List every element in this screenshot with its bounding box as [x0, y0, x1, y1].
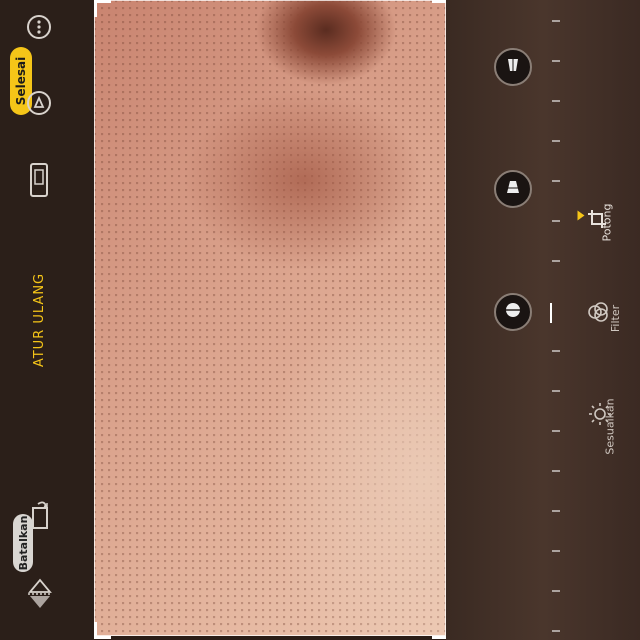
rotation-ruler[interactable]	[548, 0, 564, 640]
ruler-tick	[552, 100, 560, 102]
aspect-ratio-icon[interactable]	[28, 160, 50, 200]
ruler-tick	[552, 140, 560, 142]
ruler-tick	[552, 550, 560, 552]
reset-label: ATUR ULANG	[31, 272, 47, 368]
ruler-tick	[552, 180, 560, 182]
cancel-label: Batalkan	[16, 515, 30, 571]
straighten-button[interactable]	[494, 293, 532, 331]
active-indicator	[577, 210, 585, 221]
tab-potong-label: Potong	[600, 203, 614, 242]
tab-sesuaikan[interactable]: Sesuaikan	[580, 380, 620, 460]
tab-filter[interactable]: Filter	[580, 290, 623, 350]
markup-icon[interactable]	[26, 90, 52, 116]
ruler-center-indicator	[550, 303, 552, 323]
ruler-tick	[552, 260, 560, 262]
perspective-vertical-button[interactable]	[494, 48, 532, 86]
crop-handle-top-left[interactable]	[94, 0, 111, 17]
ruler-tick	[552, 510, 560, 512]
ruler-tick	[552, 390, 560, 392]
flip-icon[interactable]	[26, 576, 54, 612]
ruler-tick	[552, 220, 560, 222]
ruler-tick	[552, 630, 560, 632]
filter-icon	[586, 300, 610, 324]
more-icon[interactable]	[26, 14, 52, 40]
cancel-button[interactable]: Batalkan	[13, 514, 33, 572]
tab-filter-label: Filter	[609, 304, 623, 333]
perspective-horizontal-icon	[504, 178, 522, 200]
straighten-icon	[504, 301, 522, 323]
ruler-tick	[552, 590, 560, 592]
tab-potong[interactable]: Potong	[574, 190, 614, 250]
left-toolbar: Selesai ATUR ULANG Batalkan	[0, 0, 94, 640]
reset-button[interactable]: ATUR ULANG	[29, 267, 49, 373]
crop-handle-bottom-left[interactable]	[94, 622, 111, 639]
ruler-tick	[552, 350, 560, 352]
ruler-tick	[552, 470, 560, 472]
ruler-tick	[552, 430, 560, 432]
ruler-tick	[552, 20, 560, 22]
ruler-tick	[552, 60, 560, 62]
crop-frame[interactable]	[94, 0, 446, 636]
perspective-vertical-icon	[504, 56, 522, 78]
tab-sesuaikan-label: Sesuaikan	[603, 398, 617, 455]
perspective-horizontal-button[interactable]	[494, 170, 532, 208]
